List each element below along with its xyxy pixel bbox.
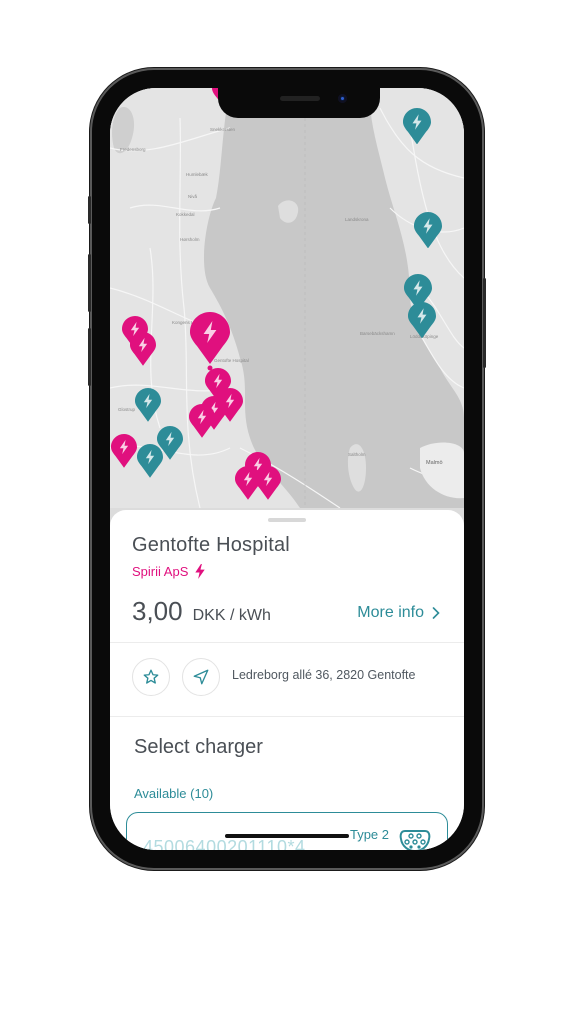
- map-pin-icon: [408, 301, 436, 338]
- divider: [110, 642, 464, 643]
- charger-card[interactable]: 45006400201110*4 Type 2: [126, 812, 448, 850]
- charger-pin[interactable]: [190, 312, 230, 364]
- map-pin-icon: [189, 404, 215, 438]
- price-row: 3,00 DKK / kWh: [132, 596, 271, 627]
- camera: [338, 94, 347, 103]
- speaker: [280, 96, 320, 101]
- map-pin-icon: [135, 388, 161, 422]
- label-nivaa: Nivå: [188, 193, 197, 199]
- more-info-label: More info: [357, 604, 424, 621]
- star-icon: [143, 669, 159, 684]
- app-screen: Snekkersten Fredensborg Humlebæk Nivå Ko…: [110, 88, 464, 850]
- map-pin-icon: [111, 434, 137, 468]
- charger-pin[interactable]: [403, 107, 431, 144]
- charger-pin[interactable]: [189, 404, 215, 438]
- label-kokkedal: Kokkedal: [176, 212, 195, 217]
- charger-pin[interactable]: [255, 466, 281, 500]
- connector-type: Type 2: [349, 827, 389, 842]
- map-view[interactable]: Snekkersten Fredensborg Humlebæk Nivå Ko…: [110, 88, 464, 508]
- label-horsholm: Hørsholm: [180, 237, 200, 242]
- label-landskrona: Landskrona: [345, 217, 369, 222]
- price-unit: DKK / kWh: [192, 607, 271, 624]
- navigate-button[interactable]: [182, 658, 220, 696]
- power-button: [483, 278, 486, 368]
- volume-down-button: [88, 328, 91, 386]
- favorite-button[interactable]: [132, 658, 170, 696]
- label-malmo: Malmö: [426, 460, 443, 466]
- map-pin-icon: [190, 312, 230, 364]
- station-name: Gentofte Hospital: [132, 534, 290, 556]
- charger-pin[interactable]: [130, 332, 156, 366]
- phone-frame: Snekkersten Fredensborg Humlebæk Nivå Ko…: [88, 70, 486, 868]
- charger-pin[interactable]: [111, 434, 137, 468]
- label-snekkersten: Snekkersten: [210, 127, 236, 132]
- available-count: Available (10): [134, 786, 214, 801]
- sheet-grabber[interactable]: [268, 518, 306, 522]
- station-sheet: Gentofte Hospital Spirii ApS 3,00 DKK / …: [110, 510, 464, 850]
- map-pin-icon: [137, 444, 163, 478]
- label-humlebaek: Humlebæk: [186, 172, 209, 177]
- charger-pin[interactable]: [137, 444, 163, 478]
- map-pin-icon: [130, 332, 156, 366]
- charger-id: 45006400201110*4: [143, 837, 306, 850]
- navigation-arrow-icon: [193, 669, 209, 685]
- price-value: 3,00: [132, 596, 183, 626]
- charger-pin[interactable]: [408, 301, 436, 338]
- station-address: Ledreborg allé 36, 2820 Gentofte: [232, 668, 416, 682]
- volume-up-button: [88, 254, 91, 312]
- label-fredensborg: Fredensborg: [120, 147, 146, 152]
- operator-name: Spirii ApS: [132, 564, 189, 579]
- label-barsebackshamn: Barsebäckshamn: [360, 331, 395, 336]
- select-charger-heading: Select charger: [134, 736, 263, 758]
- map-pin-icon: [414, 211, 442, 248]
- home-indicator[interactable]: [225, 834, 349, 838]
- label-glostrup: Glostrup: [118, 407, 136, 412]
- charger-pin[interactable]: [414, 211, 442, 248]
- label-saltholm: Saltholm: [348, 452, 366, 457]
- type2-plug-icon: [399, 830, 431, 850]
- map-pin-icon: [255, 466, 281, 500]
- map-pin-icon: [403, 107, 431, 144]
- chevron-right-icon: [432, 607, 440, 619]
- divider: [110, 716, 464, 717]
- mute-switch: [88, 196, 91, 224]
- more-info-link[interactable]: More info: [357, 604, 440, 622]
- operator-row: Spirii ApS: [132, 564, 206, 579]
- charger-pin[interactable]: [135, 388, 161, 422]
- lightning-icon: [195, 564, 206, 579]
- notch: [218, 88, 380, 118]
